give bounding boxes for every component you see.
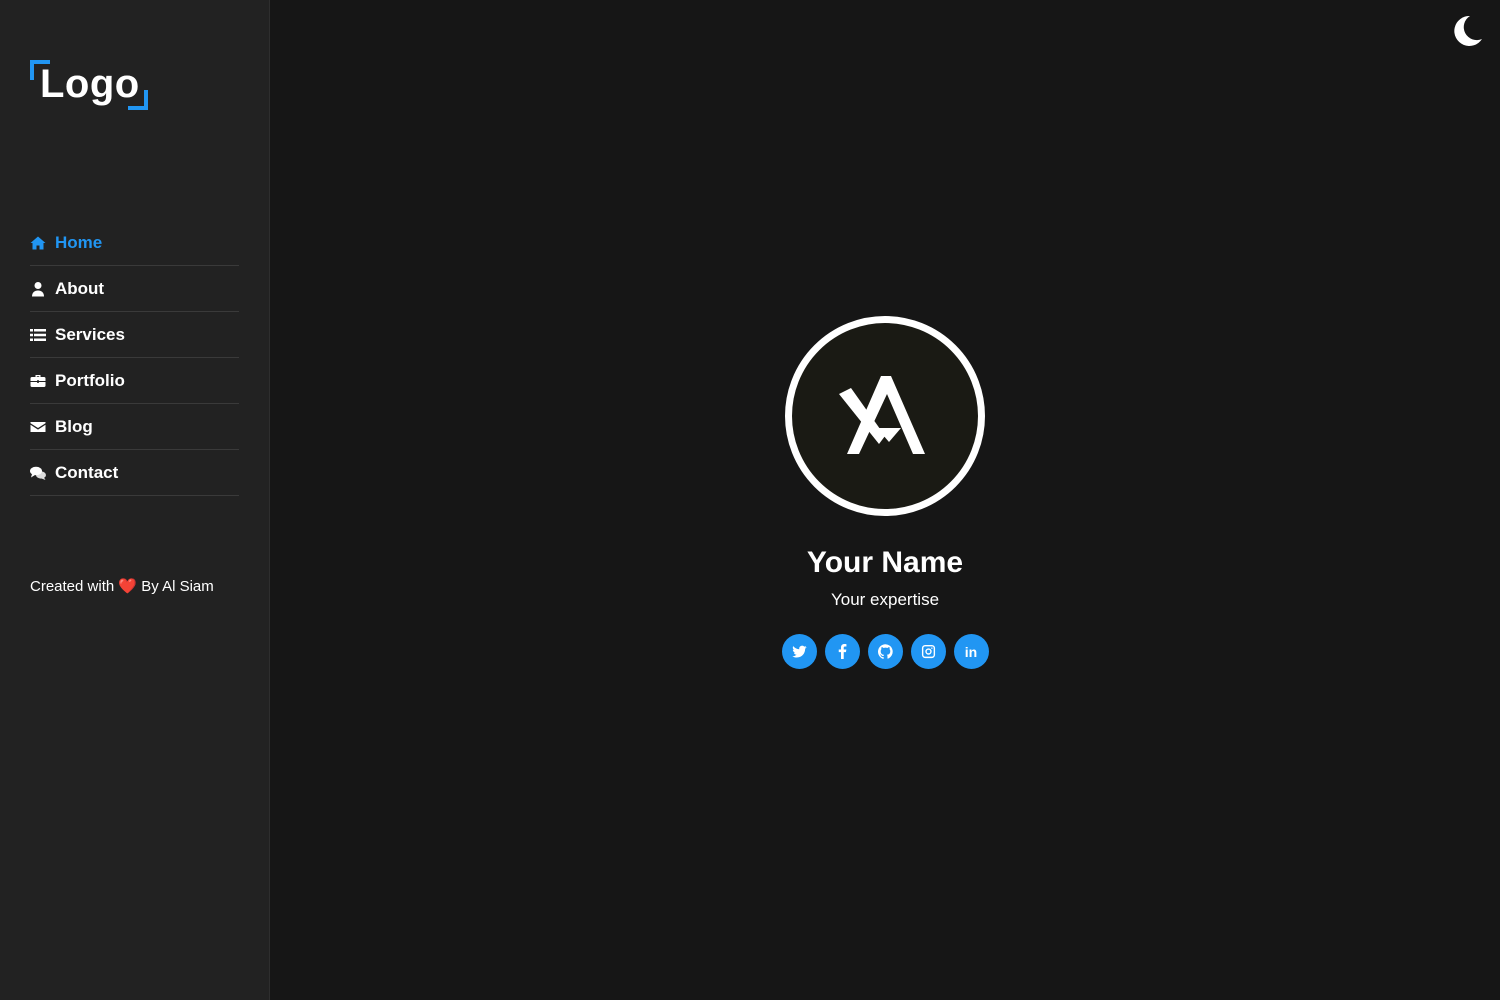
logo-corner-bottom-right [128, 90, 148, 110]
avatar [785, 316, 985, 516]
social-links: in [270, 634, 1500, 669]
sidebar-item-label: Contact [55, 462, 119, 482]
sidebar-item-label: Home [55, 232, 103, 252]
facebook-icon [838, 644, 846, 659]
comments-icon [30, 465, 46, 481]
credit-suffix: By Al Siam [141, 578, 214, 595]
sidebar-item-label: Portfolio [55, 370, 125, 390]
home-icon [30, 235, 46, 251]
sidebar-item-services[interactable]: Services [30, 312, 239, 358]
github-link[interactable] [867, 634, 903, 669]
facebook-link[interactable] [824, 634, 860, 669]
user-icon [30, 281, 46, 297]
sidebar-item-label: Services [55, 324, 125, 344]
sidebar-item-portfolio[interactable]: Portfolio [30, 358, 239, 404]
sidebar-item-blog[interactable]: Blog [30, 404, 239, 450]
twitter-icon [791, 645, 807, 658]
sidebar-item-contact[interactable]: Contact [30, 450, 239, 496]
sidebar-item-label: Blog [55, 416, 93, 436]
profile-name: Your Name [806, 546, 964, 579]
sidebar-item-label: About [55, 278, 105, 298]
sidebar-nav: Home About Services Portfolio Blog Conta… [30, 220, 239, 496]
moon-icon [1454, 15, 1482, 46]
profile-expertise: Your expertise [830, 590, 940, 609]
linkedin-icon: in [964, 643, 978, 660]
list-icon [30, 327, 46, 343]
instagram-icon [921, 644, 935, 659]
linkedin-link[interactable]: in [953, 634, 989, 669]
credit-prefix: Created with [30, 578, 115, 595]
main-content: Your Name Your expertise in [270, 0, 1500, 1000]
twitter-link[interactable] [781, 634, 817, 669]
hero-section: Your Name Your expertise in [270, 316, 1500, 669]
briefcase-icon [30, 373, 46, 389]
sidebar-item-about[interactable]: About [30, 266, 239, 312]
logo[interactable]: Logo [30, 60, 148, 110]
heart-icon: ❤️ [118, 578, 138, 595]
instagram-link[interactable] [910, 634, 946, 669]
github-icon [877, 644, 893, 659]
footer-credit: Created with ❤️ By Al Siam [30, 577, 214, 595]
theme-toggle-button[interactable] [1450, 14, 1484, 48]
sidebar-item-home[interactable]: Home [30, 220, 239, 266]
logo-text: Logo [40, 62, 140, 106]
sidebar: Logo Home About Services Portfolio Blog … [0, 0, 270, 1000]
envelope-icon [30, 419, 46, 435]
avatar-logo-icon [839, 376, 925, 454]
